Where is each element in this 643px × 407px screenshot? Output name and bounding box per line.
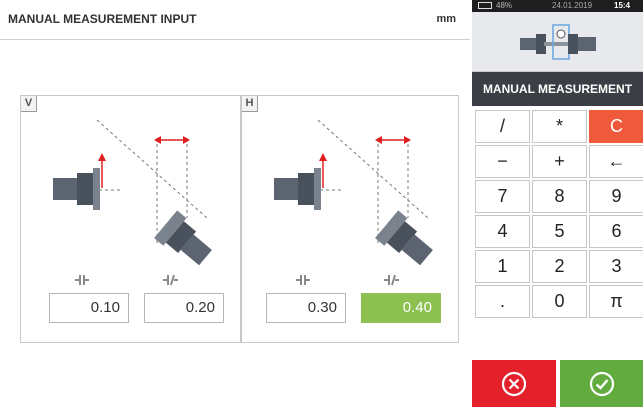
- status-date: 24.01.2019: [552, 1, 593, 10]
- mode-bar: MANUAL MEASUREMENT: [472, 72, 643, 106]
- key-clear[interactable]: C: [589, 110, 643, 143]
- cancel-button[interactable]: [472, 360, 556, 407]
- battery-icon: [478, 2, 492, 9]
- key-4[interactable]: 4: [475, 215, 530, 248]
- key-plus[interactable]: +: [532, 145, 587, 178]
- offset-icon: [163, 274, 178, 286]
- key-3[interactable]: 3: [589, 250, 643, 283]
- key-7[interactable]: 7: [475, 180, 530, 213]
- machine-train-icon: [520, 24, 596, 60]
- mode-label: MANUAL MEASUREMENT: [482, 82, 633, 96]
- key-5[interactable]: 5: [532, 215, 587, 248]
- key-8[interactable]: 8: [532, 180, 587, 213]
- confirm-button[interactable]: [560, 360, 643, 407]
- vertical-panel: V 0.10 0.20: [20, 95, 241, 343]
- confirm-check-icon: [589, 371, 614, 396]
- key-decimal[interactable]: .: [475, 285, 530, 318]
- status-bar: 48% 24.01.2019 15:4: [472, 0, 643, 12]
- key-6[interactable]: 6: [589, 215, 643, 248]
- key-2[interactable]: 2: [532, 250, 587, 283]
- battery-level: 48%: [496, 1, 513, 10]
- vertical-alignment-diagram: [53, 119, 212, 266]
- vertical-gap-field[interactable]: 0.10: [49, 293, 129, 323]
- horizontal-gap-field[interactable]: 0.30: [266, 293, 346, 323]
- key-multiply[interactable]: *: [532, 110, 587, 143]
- key-minus[interactable]: −: [475, 145, 530, 178]
- horizontal-panel: H 0.30 0.40: [241, 95, 459, 343]
- horizontal-alignment-diagram: [274, 119, 433, 266]
- key-backspace[interactable]: ←: [589, 145, 643, 178]
- gap-icon: [75, 275, 89, 285]
- key-pi[interactable]: π: [589, 285, 643, 318]
- offset-icon: [384, 274, 399, 286]
- page-header: MANUAL MEASUREMENT INPUT mm: [0, 0, 470, 40]
- key-divide[interactable]: /: [475, 110, 530, 143]
- horizontal-badge: H: [242, 96, 258, 112]
- status-time: 15:4: [614, 1, 631, 10]
- screen: MANUAL MEASUREMENT INPUT mm V 0.10 0.20 …: [0, 0, 643, 407]
- key-1[interactable]: 1: [475, 250, 530, 283]
- gap-icon: [296, 275, 310, 285]
- key-0[interactable]: 0: [532, 285, 587, 318]
- horizontal-offset-field[interactable]: 0.40: [361, 293, 441, 323]
- key-9[interactable]: 9: [589, 180, 643, 213]
- machine-thumbnail[interactable]: [472, 12, 643, 72]
- vertical-badge: V: [21, 96, 37, 112]
- vertical-offset-field[interactable]: 0.20: [144, 293, 224, 323]
- keypad-sidebar: 48% 24.01.2019 15:4 MANUAL MEASUREMENT /…: [472, 0, 643, 407]
- page-title: MANUAL MEASUREMENT INPUT: [8, 12, 197, 26]
- unit-label: mm: [436, 13, 456, 25]
- cancel-x-icon: [501, 371, 527, 396]
